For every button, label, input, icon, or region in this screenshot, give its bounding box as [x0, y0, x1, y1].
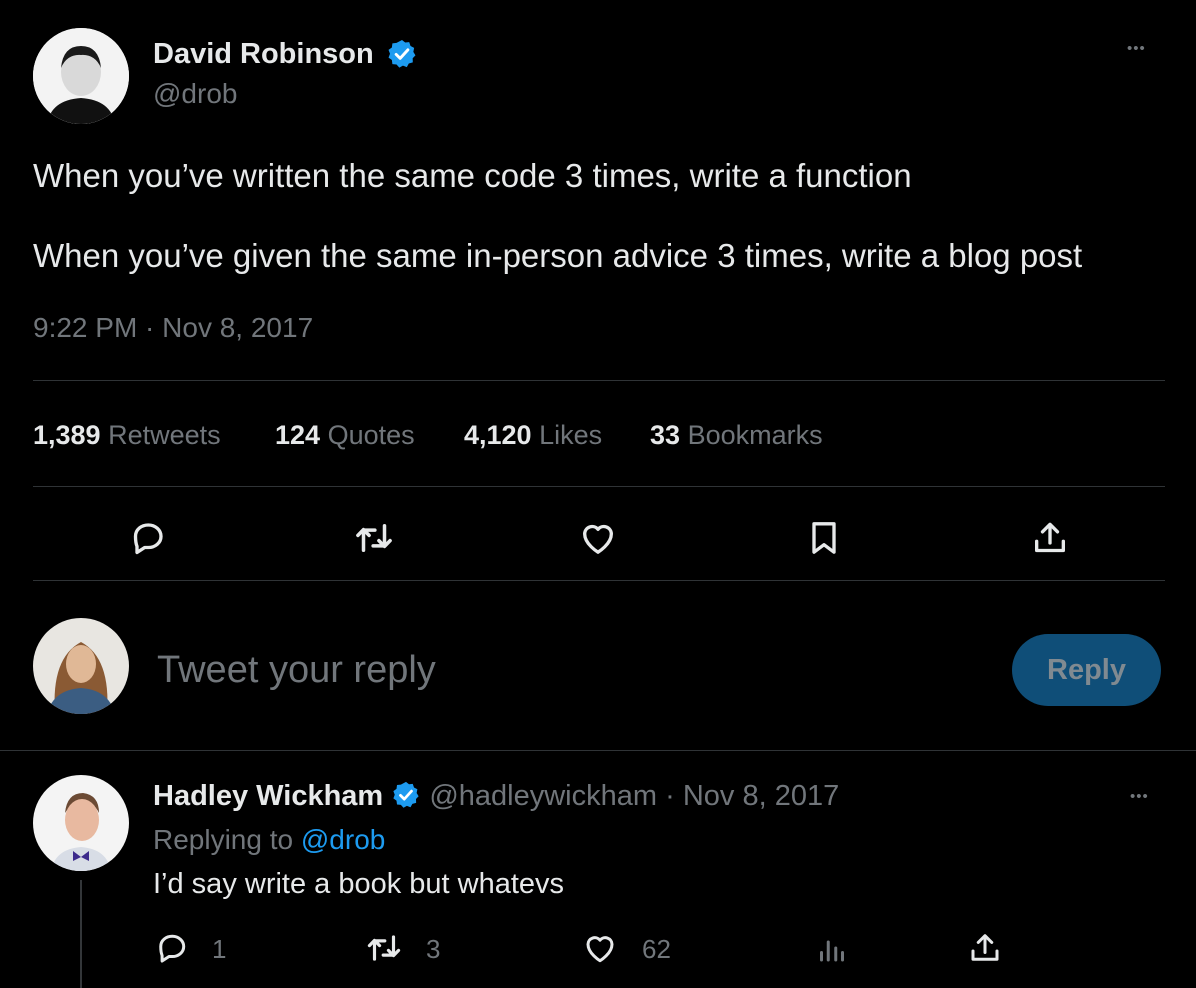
bookmark-icon[interactable]: [798, 512, 850, 564]
reply-icon[interactable]: [122, 512, 174, 564]
likes-label: Likes: [539, 420, 603, 450]
reply-share-icon[interactable]: [965, 928, 1005, 968]
reply-composer-input[interactable]: Tweet your reply: [157, 648, 436, 692]
replying-to-handle[interactable]: @drob: [301, 824, 385, 855]
reply-retweets-count: 3: [426, 934, 441, 964]
reply-author-avatar[interactable]: [33, 775, 129, 871]
retweet-icon[interactable]: [348, 512, 400, 564]
divider: [33, 380, 1165, 381]
reply-text: I’d say write a book but whatevs: [153, 868, 565, 900]
quotes-count: 124: [275, 420, 321, 450]
reply-header: Hadley Wickham @hadleywickham · Nov 8, 2…: [153, 779, 839, 813]
reply-dot: ·: [665, 780, 675, 812]
stat-quotes[interactable]: 124 Quotes: [275, 418, 415, 452]
retweets-label: Retweets: [108, 420, 221, 450]
reply-more-icon[interactable]: •••: [1130, 788, 1149, 805]
current-user-avatar[interactable]: [33, 618, 129, 714]
verified-badge-icon: [393, 781, 419, 808]
reply-likes-count: 62: [642, 934, 671, 964]
author-handle[interactable]: @drob: [153, 78, 237, 110]
reply-reply-icon[interactable]: [152, 928, 192, 968]
thread-line: [80, 880, 82, 988]
author-avatar[interactable]: [33, 28, 129, 124]
section-divider: [0, 750, 1196, 751]
stat-retweets[interactable]: 1,389 Retweets: [33, 418, 221, 452]
like-icon[interactable]: [572, 512, 624, 564]
verified-badge-icon: [388, 40, 416, 68]
bookmarks-count: 33: [650, 420, 681, 450]
share-icon[interactable]: [1024, 512, 1076, 564]
current-user-avatar-image: [33, 618, 129, 714]
more-icon[interactable]: •••: [1127, 40, 1146, 57]
stat-likes[interactable]: 4,120 Likes: [464, 418, 602, 452]
retweets-count: 1,389: [33, 420, 101, 450]
analytics-icon[interactable]: [812, 928, 852, 968]
tweet-text-line-1: When you’ve written the same code 3 time…: [33, 157, 912, 194]
reply-like-icon[interactable]: [580, 928, 620, 968]
quotes-label: Quotes: [327, 420, 415, 450]
reply-retweet-icon[interactable]: [364, 928, 404, 968]
reply-date[interactable]: Nov 8, 2017: [683, 780, 839, 812]
divider: [33, 486, 1165, 487]
reply-replies-count: 1: [212, 934, 227, 964]
replying-to: Replying to @drob: [153, 823, 385, 857]
stat-bookmarks[interactable]: 33 Bookmarks: [650, 418, 823, 452]
reply-author-handle[interactable]: @hadleywickham: [429, 780, 657, 812]
bookmarks-label: Bookmarks: [687, 420, 823, 450]
tweet-text-line-2: When you’ve given the same in-person adv…: [33, 237, 1083, 274]
divider: [33, 580, 1165, 581]
reply-author-name[interactable]: Hadley Wickham: [153, 780, 383, 812]
tweet-timestamp[interactable]: 9:22 PM · Nov 8, 2017: [33, 311, 313, 345]
replying-to-label: Replying to: [153, 824, 294, 855]
likes-count: 4,120: [464, 420, 532, 450]
reply-author-avatar-image: [33, 775, 129, 871]
reply-button[interactable]: Reply: [1012, 634, 1161, 706]
author-name[interactable]: David Robinson: [153, 37, 374, 71]
author-avatar-image: [33, 28, 129, 124]
